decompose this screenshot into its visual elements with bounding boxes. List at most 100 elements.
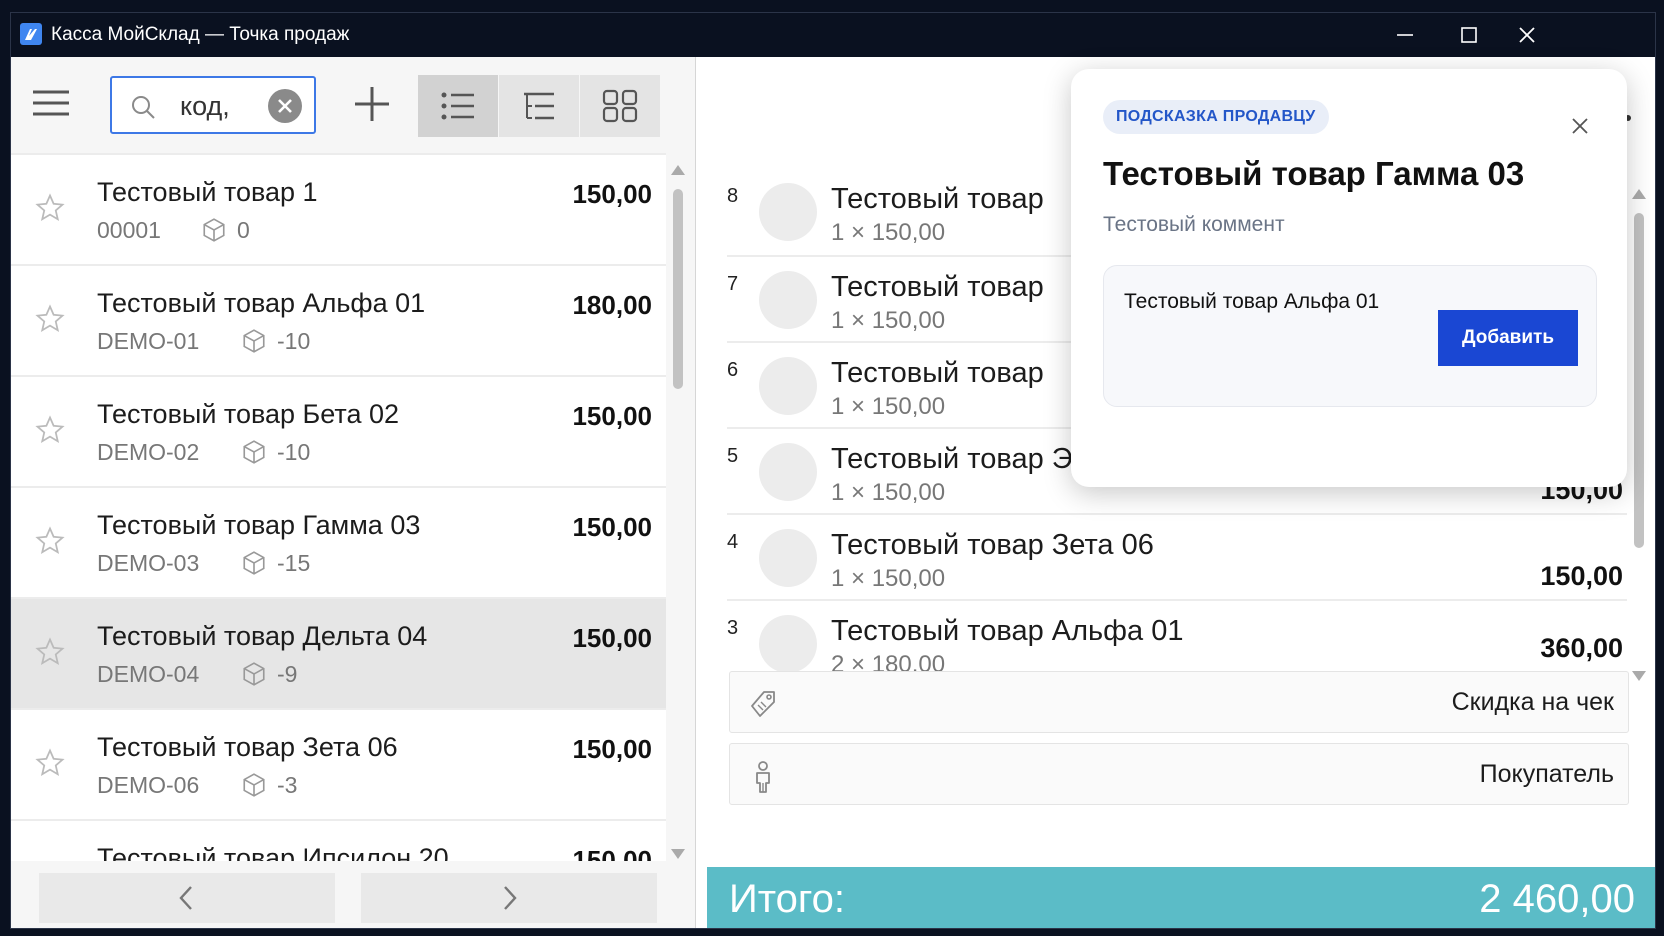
- customer-button[interactable]: Покупатель: [729, 743, 1629, 805]
- scroll-down-icon[interactable]: [1632, 671, 1646, 681]
- search-box: [110, 76, 316, 134]
- close-window-button[interactable]: [1497, 13, 1557, 57]
- product-row[interactable]: Тестовый товар 1 00001 0 150,00: [11, 153, 666, 266]
- product-image: [759, 443, 817, 501]
- cart-item-name: Тестовый товар Зета 06: [831, 529, 1154, 561]
- scroll-down-icon[interactable]: [671, 849, 685, 859]
- tree-view-button[interactable]: [499, 75, 579, 137]
- product-row[interactable]: Тестовый товар Ипсилон 20 150,00: [11, 819, 666, 861]
- product-image: [759, 357, 817, 415]
- customer-label: Покупатель: [1479, 760, 1614, 788]
- add-suggested-button[interactable]: Добавить: [1438, 310, 1578, 366]
- receipt-discount-label: Скидка на чек: [1451, 688, 1614, 716]
- product-stock: -10: [277, 439, 311, 465]
- product-list-scrollbar[interactable]: [670, 161, 686, 865]
- product-code: 00001: [97, 217, 161, 243]
- panel-divider: [695, 57, 696, 928]
- title-bar: Касса МойСклад — Точка продаж: [11, 13, 1655, 57]
- product-name: Тестовый товар 1: [97, 177, 318, 207]
- box-icon: [243, 329, 265, 353]
- star-icon[interactable]: [35, 748, 65, 778]
- minimize-button[interactable]: [1375, 13, 1435, 57]
- product-price: 150,00: [572, 512, 652, 542]
- chevron-right-icon: [504, 886, 517, 910]
- product-row[interactable]: Тестовый товар Гамма 03 DEMO-03 -15 150,…: [11, 486, 666, 599]
- total-bar[interactable]: Итого: 2 460,00: [707, 867, 1655, 928]
- cart-item-name: Тестовый товар: [831, 357, 1044, 389]
- total-label: Итого:: [729, 877, 845, 921]
- catalog-toolbar: [11, 57, 695, 153]
- clear-icon: [278, 99, 292, 113]
- cart-item-quantity: 1 × 150,00: [831, 393, 946, 420]
- product-name: Тестовый товар Альфа 01: [97, 288, 426, 318]
- maximize-icon: [1461, 27, 1477, 43]
- list-view-button[interactable]: [418, 75, 498, 137]
- product-image: [759, 615, 817, 671]
- product-row-selected[interactable]: Тестовый товар Дельта 04 DEMO-04 -9 150,…: [11, 597, 666, 710]
- cart-item-quantity: 1 × 150,00: [831, 219, 946, 246]
- product-row[interactable]: Тестовый товар Альфа 01 DEMO-01 -10 180,…: [11, 264, 666, 377]
- previous-page-button[interactable]: [39, 873, 335, 923]
- product-name: Тестовый товар Ипсилон 20: [97, 843, 449, 861]
- product-price: 150,00: [572, 845, 652, 861]
- product-code: DEMO-03: [97, 550, 200, 576]
- product-name: Тестовый товар Гамма 03: [97, 510, 421, 540]
- box-icon: [243, 662, 265, 686]
- cart-scrollbar[interactable]: [1631, 185, 1647, 685]
- product-catalog-panel: Тестовый товар 1 00001 0 150,00 Тестовый…: [11, 57, 696, 928]
- product-code: DEMO-01: [97, 328, 200, 354]
- grid-view-button[interactable]: [580, 75, 660, 137]
- product-row[interactable]: Тестовый товар Бета 02 DEMO-02 -10 150,0…: [11, 375, 666, 488]
- cart-item-number: 3: [727, 617, 739, 639]
- hint-tag: ПОДСКАЗКА ПРОДАВЦУ: [1103, 100, 1329, 134]
- add-product-button[interactable]: [349, 81, 395, 127]
- scroll-up-icon[interactable]: [671, 165, 685, 175]
- cart-item-name: Тестовый товар Альфа 01: [831, 615, 1184, 647]
- hamburger-menu-icon: [33, 90, 69, 116]
- clear-search-button[interactable]: [268, 89, 302, 123]
- cart-item-total: 360,00: [1540, 633, 1623, 663]
- star-icon[interactable]: [35, 193, 65, 223]
- product-name: Тестовый товар Бета 02: [97, 399, 400, 429]
- star-icon[interactable]: [35, 637, 65, 667]
- receipt-discount-button[interactable]: Скидка на чек: [729, 671, 1629, 733]
- product-name: Тестовый товар Дельта 04: [97, 621, 428, 651]
- product-stock: -3: [277, 772, 298, 798]
- cart-item-number: 7: [727, 273, 739, 295]
- product-price: 150,00: [572, 623, 652, 653]
- star-icon[interactable]: [35, 304, 65, 334]
- scroll-thumb[interactable]: [673, 189, 683, 389]
- chevron-left-icon: [179, 886, 192, 910]
- product-row[interactable]: Тестовый товар Зета 06 DEMO-06 -3 150,00: [11, 708, 666, 821]
- hint-title: Тестовый товар Гамма 03: [1103, 155, 1525, 192]
- suggested-product-card: Тестовый товар Альфа 01 Добавить: [1103, 265, 1597, 407]
- next-page-button[interactable]: [361, 873, 657, 923]
- tree-view-icon: [524, 92, 554, 120]
- scroll-up-icon[interactable]: [1632, 189, 1646, 199]
- search-input[interactable]: [180, 88, 254, 124]
- total-value: 2 460,00: [1479, 877, 1635, 921]
- cart-item-quantity: 1 × 150,00: [831, 565, 946, 592]
- product-stock: 0: [237, 217, 250, 243]
- maximize-button[interactable]: [1439, 13, 1499, 57]
- cart-item[interactable]: 3 Тестовый товар Альфа 01 2 × 180.00 360…: [727, 599, 1627, 671]
- tag-icon: [751, 691, 775, 717]
- menu-button[interactable]: [29, 81, 73, 125]
- suggested-product-name: Тестовый товар Альфа 01: [1124, 290, 1380, 313]
- box-icon: [243, 773, 265, 797]
- cart-item[interactable]: 4 Тестовый товар Зета 06 1 × 150,00 150,…: [727, 513, 1627, 601]
- product-code: DEMO-04: [97, 661, 200, 687]
- product-code: DEMO-02: [97, 439, 200, 465]
- scroll-thumb[interactable]: [1634, 213, 1644, 548]
- product-stock: -15: [277, 550, 311, 576]
- close-hint-icon[interactable]: [1571, 117, 1589, 135]
- star-icon[interactable]: [35, 526, 65, 556]
- product-stock: -9: [277, 661, 298, 687]
- list-view-icon: [441, 92, 474, 120]
- product-price: 150,00: [572, 401, 652, 431]
- product-image: [759, 271, 817, 329]
- plus-icon: [355, 87, 389, 121]
- star-icon[interactable]: [35, 415, 65, 445]
- product-image: [759, 529, 817, 587]
- cart-item-number: 5: [727, 445, 739, 467]
